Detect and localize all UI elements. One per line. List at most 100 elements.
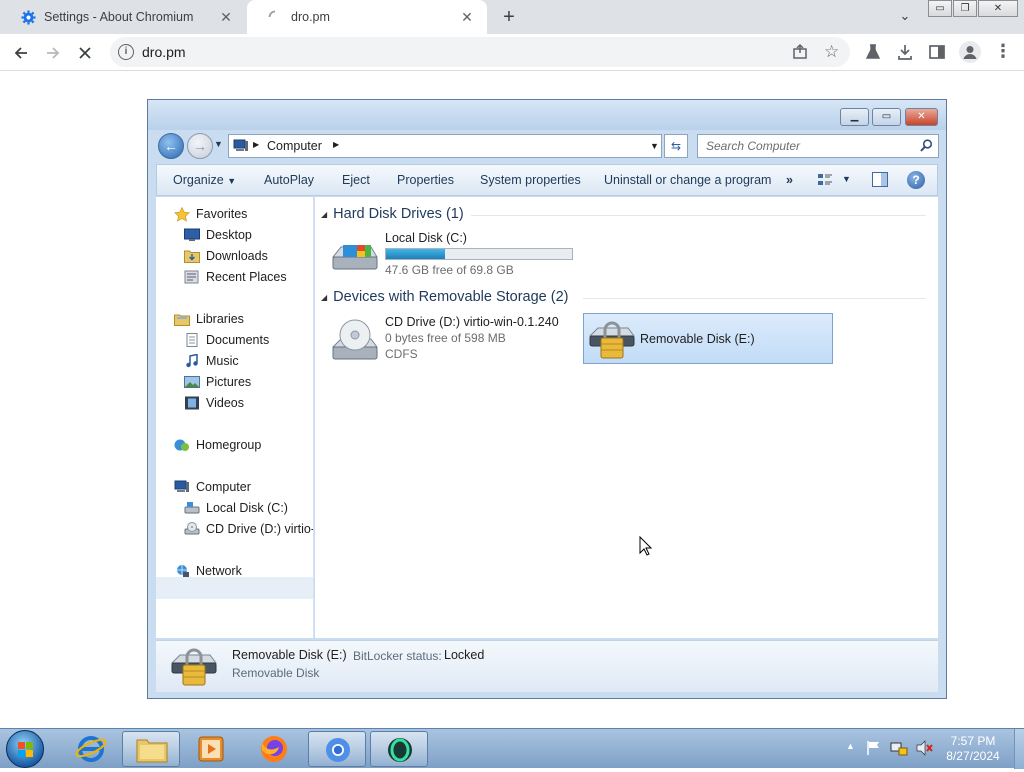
recent-pages-dropdown-icon[interactable]: ▼: [214, 139, 223, 149]
nav-computer[interactable]: Computer: [174, 477, 251, 497]
drive-local-disk-c[interactable]: Local Disk (C:) 47.6 GB free of 69.8 GB: [323, 229, 583, 279]
explorer-back-button[interactable]: ←: [158, 133, 184, 159]
download-icon[interactable]: [896, 43, 914, 64]
uninstall-program-button[interactable]: Uninstall or change a program: [604, 173, 771, 187]
kebab-menu-icon[interactable]: ⋮: [994, 41, 1012, 62]
browser-toolbar: i dro.pm ☆ ⋮: [0, 34, 1024, 71]
explorer-close-button[interactable]: ✕: [905, 108, 938, 126]
drive-cd-drive-d[interactable]: CD Drive (D:) virtio-win-0.1.240 0 bytes…: [323, 313, 583, 365]
address-bar[interactable]: i dro.pm ☆: [110, 37, 850, 67]
nav-libraries[interactable]: Libraries: [174, 309, 244, 329]
tab-settings[interactable]: Settings - About Chromium ✕: [0, 0, 246, 34]
nav-documents[interactable]: Documents: [184, 330, 269, 350]
drive-removable-disk-e[interactable]: Removable Disk (E:): [583, 313, 833, 364]
view-options-chevron-icon[interactable]: ▼: [842, 174, 851, 184]
nav-downloads[interactable]: Downloads: [184, 246, 268, 266]
show-hidden-icons-icon[interactable]: ▲: [846, 741, 855, 751]
nav-music[interactable]: Music: [184, 351, 239, 371]
nav-videos[interactable]: Videos: [184, 393, 244, 413]
explorer-maximize-button[interactable]: ▭: [872, 108, 901, 126]
volume-muted-icon[interactable]: [916, 740, 934, 759]
start-button[interactable]: [6, 730, 44, 768]
bookmark-star-icon[interactable]: ☆: [824, 42, 839, 62]
mouse-cursor-icon: [639, 535, 653, 559]
group-header-hard-disk-drives[interactable]: ◢ Hard Disk Drives (1): [321, 206, 931, 222]
nav-homegroup[interactable]: Homegroup: [174, 435, 261, 455]
group-header-removable-storage[interactable]: ◢ Devices with Removable Storage (2): [321, 289, 931, 305]
nav-label: Desktop: [206, 228, 252, 242]
minimize-button[interactable]: ▭: [928, 0, 952, 17]
breadcrumb-separator-icon[interactable]: ▶: [253, 140, 259, 149]
explorer-minimize-button[interactable]: ▁: [840, 108, 869, 126]
nav-desktop[interactable]: Desktop: [184, 225, 252, 245]
eject-button[interactable]: Eject: [342, 173, 370, 187]
stop-loading-icon[interactable]: [72, 40, 98, 66]
site-info-icon[interactable]: i: [118, 44, 134, 60]
profile-avatar-icon[interactable]: [959, 41, 981, 63]
tab-search-chevron-icon[interactable]: ⌄: [895, 8, 915, 26]
share-icon[interactable]: [792, 43, 809, 63]
taskbar-internet-explorer[interactable]: [62, 731, 120, 767]
collapse-triangle-icon[interactable]: ◢: [321, 293, 327, 302]
labs-flask-icon[interactable]: [864, 43, 882, 64]
properties-button[interactable]: Properties: [397, 173, 454, 187]
new-tab-button[interactable]: +: [498, 6, 520, 28]
explorer-titlebar: ▁ ▭ ✕: [148, 100, 946, 130]
taskbar-chromium[interactable]: [308, 731, 366, 767]
breadcrumb-separator-icon[interactable]: ▶: [333, 140, 339, 149]
change-view-icon[interactable]: [817, 172, 833, 191]
explorer-command-bar: Organize ▼ AutoPlay Eject Properties Sys…: [156, 164, 938, 196]
taskbar-firefox[interactable]: [244, 731, 302, 767]
close-window-button[interactable]: ✕: [978, 0, 1018, 17]
explorer-search-box[interactable]: Search Computer: [697, 134, 939, 158]
computer-icon: [233, 139, 249, 156]
forward-arrow-icon[interactable]: [40, 40, 66, 66]
system-clock[interactable]: 7:57 PM 8/27/2024: [938, 734, 1008, 764]
nav-recent-places[interactable]: Recent Places: [184, 267, 287, 287]
breadcrumb-computer[interactable]: Computer: [267, 139, 322, 153]
taskbar-windows-explorer[interactable]: [122, 731, 180, 767]
explorer-window: ▁ ▭ ✕ ← → ▼ ▶ Computer ▶ ▼ ⇆ Search Comp…: [147, 99, 947, 699]
side-panel-icon[interactable]: [928, 43, 946, 64]
tab-dro-pm[interactable]: dro.pm ✕: [247, 0, 487, 34]
disk-usage-bar: [385, 248, 573, 260]
locked-drive-icon: [588, 316, 636, 365]
taskbar-media-player[interactable]: [182, 731, 240, 767]
close-tab-icon[interactable]: ✕: [459, 9, 475, 25]
taskbar-app-ring[interactable]: [370, 731, 428, 767]
group-divider: [583, 298, 926, 299]
gear-icon: [20, 9, 36, 25]
show-desktop-button[interactable]: [1014, 729, 1024, 769]
autoplay-button[interactable]: AutoPlay: [264, 173, 314, 187]
refresh-icon[interactable]: ⇆: [664, 134, 688, 158]
firefox-icon: [261, 736, 287, 762]
action-center-flag-icon[interactable]: [866, 740, 882, 759]
nav-label: Favorites: [196, 207, 248, 221]
organize-button[interactable]: Organize ▼: [173, 173, 236, 187]
nav-cd-drive-d[interactable]: CD Drive (D:) virtio-w: [184, 519, 314, 539]
restore-button[interactable]: ❐: [953, 0, 977, 17]
nav-label: Homegroup: [196, 438, 262, 452]
network-icon: [174, 564, 190, 578]
more-commands-button[interactable]: »: [786, 173, 793, 187]
preview-pane-icon[interactable]: [872, 172, 888, 190]
nav-network[interactable]: Network: [174, 561, 242, 581]
close-tab-icon[interactable]: ✕: [218, 9, 234, 25]
search-icon[interactable]: [920, 139, 933, 155]
homegroup-icon: [174, 438, 190, 452]
back-arrow-icon[interactable]: [8, 40, 34, 66]
nav-label: CD Drive (D:) virtio-w: [206, 522, 314, 536]
nav-local-disk-c[interactable]: Local Disk (C:): [184, 498, 288, 518]
drive-filesystem: CDFS: [385, 347, 418, 361]
collapse-triangle-icon[interactable]: ◢: [321, 210, 327, 219]
nav-label: Music: [206, 354, 239, 368]
explorer-address-bar[interactable]: ▶ Computer ▶ ▼: [228, 134, 662, 158]
videos-film-icon: [184, 396, 200, 410]
system-properties-button[interactable]: System properties: [480, 173, 581, 187]
address-dropdown-icon[interactable]: ▼: [650, 141, 659, 151]
help-icon[interactable]: ?: [907, 171, 925, 189]
nav-pictures[interactable]: Pictures: [184, 372, 251, 392]
explorer-forward-button[interactable]: →: [187, 133, 213, 159]
network-status-icon[interactable]: [890, 740, 908, 759]
nav-favorites[interactable]: Favorites: [174, 204, 247, 224]
